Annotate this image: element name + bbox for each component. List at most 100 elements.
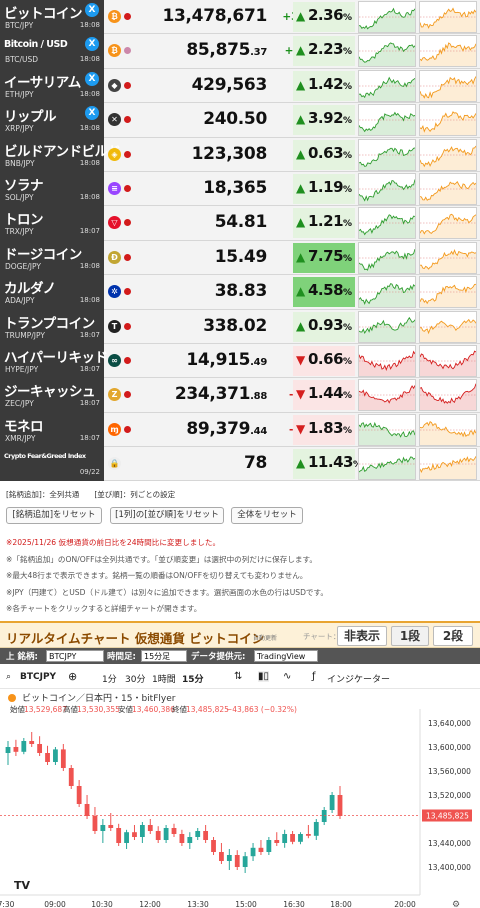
mini-chart[interactable] (419, 276, 477, 309)
indicators-button[interactable]: インジケーター (327, 672, 390, 685)
indicator-icon[interactable]: ƒ (312, 671, 316, 682)
candlestick-chart[interactable]: ビットコイン／日本円・15・bitFlyer 始値 13,529,687高値 13,… (0, 689, 480, 908)
ticker-row[interactable]: モネロXMR/JPY18:07ɱ89,379.44-1,667.90▼1.83% (0, 412, 480, 448)
mini-chart[interactable] (419, 1, 477, 33)
percent-sign: % (343, 116, 352, 127)
x-logo-icon[interactable]: X (85, 71, 99, 86)
mini-chart[interactable] (358, 207, 416, 240)
mini-chart[interactable] (358, 344, 416, 377)
coin-icon: ◆ (108, 78, 121, 92)
ohlc-row: 始値 13,529,687高値 13,530,355安値 13,460,386終値 13… (10, 704, 297, 714)
mini-chart[interactable] (419, 138, 477, 171)
mini-chart[interactable] (419, 172, 477, 205)
ticker-row[interactable]: イーサリアムETH/JPY18:08X◆429,563+6,000▲1.42% (0, 68, 480, 104)
ticker-row[interactable]: ビットコインBTC/JPY18:08X₿13,478,671+311,131▲2… (0, 0, 480, 35)
candle-body (234, 855, 240, 867)
mini-chart[interactable] (419, 207, 477, 240)
arrow-down-icon: ▼ (296, 421, 306, 436)
candle-body (147, 825, 153, 831)
mini-chart[interactable] (419, 344, 477, 377)
coin-icon: ✲ (108, 285, 121, 299)
gear-icon[interactable]: ⚙ (452, 900, 460, 908)
symbol-select[interactable]: BTCJPY (46, 650, 104, 662)
mini-chart[interactable] (358, 379, 416, 412)
x-logo-icon[interactable]: X (85, 106, 99, 121)
timeframe-select[interactable]: 15分足 (141, 650, 187, 662)
interval-1h[interactable]: 1時間 (152, 672, 176, 685)
tab-hide[interactable]: 非表示 (337, 626, 387, 646)
mini-chart[interactable] (358, 310, 416, 343)
mini-chart[interactable] (358, 413, 416, 446)
provider-select[interactable]: TradingView (254, 650, 318, 662)
ticker-row[interactable]: リップルXRP/JPY18:08X✕240.50+9.07▲3.92% (0, 103, 480, 138)
mini-chart[interactable] (358, 172, 416, 205)
mini-chart[interactable] (358, 69, 416, 102)
ticker-pair: XRP/JPY (5, 124, 34, 134)
ticker-row[interactable]: トロンTRX/JPY18:07▽54.81+0.65▲1.21% (0, 206, 480, 241)
ticker-row[interactable]: カルダノADA/JPY18:08✲38.83+1.70▲4.58% (0, 275, 480, 310)
mini-chart[interactable] (419, 413, 477, 446)
mini-chart[interactable] (419, 241, 477, 274)
ticker-name-cell: Crypto Fear&Greed Index 09/22 (0, 447, 104, 482)
reset-all-button[interactable]: 全体をリセット (231, 507, 303, 524)
mini-chart[interactable] (419, 104, 477, 137)
x-tick-label: 20:00 (394, 900, 416, 908)
x-logo-icon[interactable]: X (85, 3, 99, 17)
price-int: 13,478,671 (162, 6, 267, 26)
jp-flag-icon (124, 219, 131, 227)
tab-1row[interactable]: 1段 (391, 626, 429, 646)
x-tick-label: 13:30 (187, 900, 209, 908)
candle-body (76, 786, 82, 804)
reset-order-button[interactable]: [1列]の[並び順]をリセット (110, 507, 224, 524)
area-icon[interactable]: ∿ (283, 671, 291, 682)
coin-icon: ɱ (108, 422, 121, 436)
mini-chart-area (420, 181, 476, 204)
mini-chart[interactable] (419, 379, 477, 412)
ticker-row[interactable]: Crypto Fear&Greed Index09/22🔒78+8▲11.43% (0, 447, 480, 482)
mini-chart[interactable] (358, 35, 416, 68)
chart-legend-title: ビットコイン／日本円・15・bitFlyer (22, 692, 176, 704)
candle-body (337, 795, 343, 816)
add-symbol-icon[interactable]: ⊕ (68, 670, 77, 683)
ticker-percent: ▼ 0.66% (293, 345, 355, 376)
ticker-row[interactable]: ハイパーリキッドHYPE/JPY18:07∞14,915.49-99.79▼0.… (0, 343, 480, 379)
ticker-row[interactable]: ジーキャッシュZEC/JPY18:07Z234,371.88-3,415.02▼… (0, 378, 480, 413)
interval-30m[interactable]: 30分 (125, 672, 145, 685)
mini-chart[interactable] (358, 276, 416, 309)
ticker-row[interactable]: トランプコインTRUMP/JPY18:07T338.02+3.11▲0.93% (0, 309, 480, 344)
ticker-name: トランプコイン (4, 315, 95, 332)
compare-icon[interactable]: ⇅ (234, 671, 242, 682)
mini-chart[interactable] (419, 448, 477, 481)
interval-15m[interactable]: 15分 (182, 672, 204, 685)
mini-chart-area (420, 351, 476, 376)
mini-chart[interactable] (358, 104, 416, 137)
ticker-row[interactable]: ソラナSOL/JPY18:08≡18,365+216▲1.19% (0, 171, 480, 207)
mini-chart[interactable] (419, 69, 477, 102)
reset-add-button[interactable]: [銘柄追加]をリセット (6, 507, 102, 524)
auto-update-label: 自動更新 (253, 635, 278, 642)
candle-body (68, 768, 74, 786)
mini-chart[interactable] (358, 138, 416, 171)
mini-chart[interactable] (358, 241, 416, 274)
ticker-row[interactable]: ドージコインDOGE/JPY18:08Ð15.49+1.11▲7.75% (0, 240, 480, 276)
mini-chart[interactable] (358, 1, 416, 33)
tv-symbol[interactable]: BTCJPY (20, 672, 56, 682)
mini-chart[interactable] (419, 310, 477, 343)
ticker-time: 18:07 (79, 433, 100, 442)
interval-1m[interactable]: 1分 (102, 672, 117, 685)
search-icon[interactable]: ⌕ (6, 672, 11, 682)
tab-2row[interactable]: 2段 (433, 626, 473, 646)
price-int: 14,915 (186, 349, 251, 370)
ticker-percent: ▲ 3.92% (293, 105, 355, 136)
candle-type-icon[interactable]: ▮▯ (258, 671, 270, 682)
price-int: 15.49 (214, 246, 268, 267)
arrow-down-icon: ▼ (296, 387, 306, 402)
ticker-row[interactable]: Bitcoin / USDBTC/USD18:08X₿85,875.37+1,8… (0, 34, 480, 69)
candle-body (329, 795, 335, 810)
mini-chart[interactable] (419, 35, 477, 68)
x-logo-icon[interactable]: X (85, 37, 99, 52)
ticker-row[interactable]: ビルドアンドビルドBNB/JPY18:08◈123,308+769▲0.63% (0, 137, 480, 172)
mini-chart[interactable] (358, 448, 416, 481)
ticker-name: Bitcoin / USD (4, 39, 68, 51)
candle-body (250, 847, 256, 857)
